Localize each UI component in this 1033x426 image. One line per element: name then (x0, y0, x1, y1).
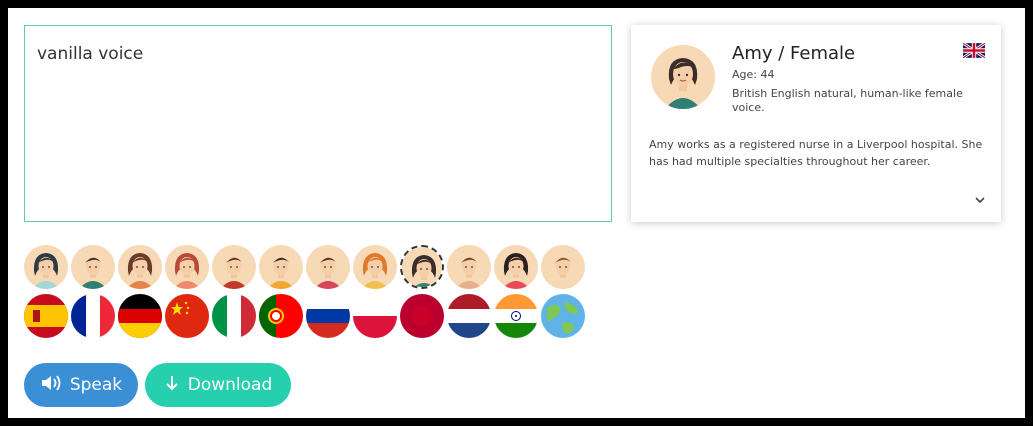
voice-9-avatar[interactable] (400, 245, 444, 289)
indian-flag-icon[interactable] (494, 294, 538, 338)
download-label: Download (187, 375, 273, 395)
voice-11-avatar[interactable] (494, 245, 538, 289)
japanese-flag-icon[interactable] (400, 294, 444, 338)
voice-age: Age: 44 (732, 68, 775, 81)
german-flag-icon[interactable] (118, 294, 162, 338)
voice-description: British English natural, human-like fema… (732, 87, 963, 114)
speak-button[interactable]: Speak (24, 363, 138, 407)
download-button[interactable]: Download (145, 363, 291, 407)
speaker-icon (40, 374, 62, 397)
tts-panel: vanilla voice Amy / Female Age: 44 Briti… (8, 8, 1025, 418)
voice-bio: Amy works as a registered nurse in a Liv… (649, 138, 983, 168)
voice-10-avatar[interactable] (447, 245, 491, 289)
voice-info-card: Amy / Female Age: 44 British English nat… (631, 25, 1001, 222)
voice-12-avatar[interactable] (541, 245, 585, 289)
text-input[interactable]: vanilla voice (24, 25, 612, 222)
dutch-flag-icon[interactable] (447, 294, 491, 338)
voice-2-avatar[interactable] (71, 245, 115, 289)
italian-flag-icon[interactable] (212, 294, 256, 338)
voice-3-avatar[interactable] (118, 245, 162, 289)
language-selector (24, 294, 585, 338)
uk-flag-icon (962, 41, 986, 60)
voice-name: Amy / Female (732, 43, 856, 64)
selected-voice-avatar (651, 45, 715, 109)
polish-flag-icon[interactable] (353, 294, 397, 338)
speak-label: Speak (69, 375, 123, 395)
russian-flag-icon[interactable] (306, 294, 350, 338)
voice-6-avatar[interactable] (259, 245, 303, 289)
french-flag-icon[interactable] (71, 294, 115, 338)
voice-7-avatar[interactable] (306, 245, 350, 289)
chevron-down-icon[interactable] (973, 193, 987, 207)
spanish-flag-icon[interactable] (24, 294, 68, 338)
voice-selector (24, 245, 585, 289)
chinese-flag-icon[interactable] (165, 294, 209, 338)
voice-5-avatar[interactable] (212, 245, 256, 289)
arrow-down-icon (164, 374, 180, 397)
voice-8-avatar[interactable] (353, 245, 397, 289)
portuguese-flag-icon[interactable] (259, 294, 303, 338)
globe-icon[interactable] (541, 294, 585, 338)
voice-4-avatar[interactable] (165, 245, 209, 289)
voice-1-avatar[interactable] (24, 245, 68, 289)
